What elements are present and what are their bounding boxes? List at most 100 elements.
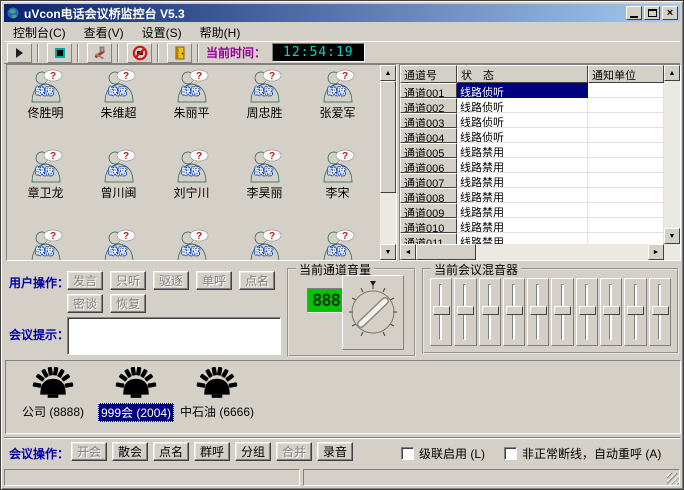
volume-knob[interactable] bbox=[343, 276, 403, 349]
config-button[interactable] bbox=[87, 43, 112, 63]
attendee-item[interactable]: 缺席 朱维超 bbox=[82, 69, 155, 149]
private-talk-button[interactable]: 密谈 bbox=[67, 294, 103, 313]
channel-row-header[interactable]: 通道006 bbox=[400, 158, 457, 173]
channels-vscrollbar[interactable]: ▲ ▼ bbox=[664, 65, 680, 260]
channel-row[interactable]: 通道002 线路侦听 bbox=[400, 98, 664, 113]
menu-help[interactable]: 帮助(H) bbox=[191, 22, 250, 43]
column-header-notify[interactable]: 通知单位 bbox=[588, 65, 664, 83]
mixer-slider[interactable] bbox=[479, 278, 501, 346]
attendee-item[interactable]: 缺席 张爱军 bbox=[301, 69, 374, 149]
channel-row-header[interactable]: 通道008 bbox=[400, 188, 457, 203]
slider-thumb[interactable] bbox=[457, 306, 474, 315]
maximize-button[interactable] bbox=[644, 6, 660, 20]
channel-row[interactable]: 通道008 线路禁用 bbox=[400, 188, 664, 203]
attendee-item[interactable]: 缺席 bbox=[228, 229, 301, 260]
attendee-item[interactable]: 缺席 李宋 bbox=[301, 149, 374, 229]
scroll-left-button[interactable]: ◄ bbox=[400, 244, 416, 260]
channel-row[interactable]: 通道006 线路禁用 bbox=[400, 158, 664, 173]
scroll-down-button[interactable]: ▼ bbox=[380, 244, 396, 260]
auto-recall-checkbox[interactable] bbox=[504, 447, 517, 460]
mixer-slider[interactable] bbox=[624, 278, 646, 346]
scrollbar-thumb[interactable] bbox=[416, 244, 476, 260]
channels-hscrollbar[interactable]: ◄ ► bbox=[400, 244, 664, 260]
slider-thumb[interactable] bbox=[530, 306, 547, 315]
slider-thumb[interactable] bbox=[627, 306, 644, 315]
mixer-slider[interactable] bbox=[551, 278, 573, 346]
slider-thumb[interactable] bbox=[554, 306, 571, 315]
roll-call-user-button[interactable]: 点名 bbox=[239, 271, 275, 290]
channel-row-header[interactable]: 通道003 bbox=[400, 113, 457, 128]
expel-button[interactable]: 驱逐 bbox=[153, 271, 189, 290]
start-button[interactable] bbox=[7, 43, 32, 63]
mixer-slider[interactable] bbox=[527, 278, 549, 346]
end-meeting-button[interactable]: 散会 bbox=[112, 442, 148, 461]
mixer-slider[interactable] bbox=[576, 278, 598, 346]
exit-button[interactable] bbox=[167, 43, 192, 63]
speak-button[interactable]: 发言 bbox=[67, 271, 103, 290]
menu-view[interactable]: 查看(V) bbox=[75, 22, 133, 43]
conference-item[interactable]: 中石油 (6666) bbox=[178, 367, 256, 420]
channel-row-header[interactable]: 通道010 bbox=[400, 218, 457, 233]
merge-button[interactable]: 合并 bbox=[276, 442, 312, 461]
slider-thumb[interactable] bbox=[579, 306, 596, 315]
attendee-item[interactable]: 缺席 bbox=[9, 229, 82, 260]
scroll-up-button[interactable]: ▲ bbox=[380, 65, 396, 81]
scroll-right-button[interactable]: ► bbox=[648, 244, 664, 260]
conference-item-selected[interactable]: 999会 (2004) bbox=[98, 367, 174, 422]
attendees-scrollbar[interactable]: ▲ ▼ bbox=[380, 65, 396, 260]
channel-row-header[interactable]: 通道005 bbox=[400, 143, 457, 158]
attendee-item[interactable]: 缺席 bbox=[82, 229, 155, 260]
record-button[interactable]: 录音 bbox=[317, 442, 353, 461]
attendee-item[interactable]: 缺席 刘宁川 bbox=[155, 149, 228, 229]
channel-row-header[interactable]: 通道009 bbox=[400, 203, 457, 218]
menu-console[interactable]: 控制台(C) bbox=[4, 22, 75, 43]
grouping-button[interactable]: 分组 bbox=[235, 442, 271, 461]
channel-row[interactable]: 通道011 线路禁用 bbox=[400, 233, 664, 244]
slider-thumb[interactable] bbox=[652, 306, 669, 315]
slider-thumb[interactable] bbox=[433, 306, 450, 315]
start-meeting-button[interactable]: 开会 bbox=[71, 442, 107, 461]
column-header-channel[interactable]: 通道号 bbox=[400, 65, 457, 83]
channel-row-header[interactable]: 通道004 bbox=[400, 128, 457, 143]
restore-button[interactable]: 恢复 bbox=[110, 294, 146, 313]
slider-thumb[interactable] bbox=[506, 306, 523, 315]
channel-row[interactable]: 通道009 线路禁用 bbox=[400, 203, 664, 218]
scroll-down-button[interactable]: ▼ bbox=[664, 228, 680, 244]
channel-row-header[interactable]: 通道007 bbox=[400, 173, 457, 188]
mixer-slider[interactable] bbox=[600, 278, 622, 346]
group-call-button[interactable]: 群呼 bbox=[194, 442, 230, 461]
channel-row-header[interactable]: 通道002 bbox=[400, 98, 457, 113]
attendee-item[interactable]: 缺席 曾川闽 bbox=[82, 149, 155, 229]
attendee-item[interactable]: 缺席 章卫龙 bbox=[9, 149, 82, 229]
close-button[interactable]: × bbox=[662, 6, 678, 20]
slider-thumb[interactable] bbox=[603, 306, 620, 315]
channel-row[interactable]: 通道003 线路侦听 bbox=[400, 113, 664, 128]
channel-row[interactable]: 通道005 线路禁用 bbox=[400, 143, 664, 158]
mixer-slider[interactable] bbox=[454, 278, 476, 346]
roll-call-button[interactable]: 点名 bbox=[153, 442, 189, 461]
mixer-slider[interactable] bbox=[430, 278, 452, 346]
menu-settings[interactable]: 设置(S) bbox=[133, 22, 191, 43]
resize-grip[interactable] bbox=[667, 473, 679, 485]
channel-row-header[interactable]: 通道001 bbox=[400, 83, 457, 98]
cascade-checkbox[interactable] bbox=[401, 447, 414, 460]
meeting-prompt-input[interactable] bbox=[67, 317, 281, 355]
mixer-slider[interactable] bbox=[503, 278, 525, 346]
attendee-item[interactable]: 缺席 bbox=[301, 229, 374, 260]
disconnect-button[interactable] bbox=[127, 43, 152, 63]
channel-row[interactable]: 通道010 线路禁用 bbox=[400, 218, 664, 233]
slider-thumb[interactable] bbox=[482, 306, 499, 315]
channel-row[interactable]: 通道007 线路禁用 bbox=[400, 173, 664, 188]
mixer-slider[interactable] bbox=[649, 278, 671, 346]
conference-item[interactable]: 公司 (8888) bbox=[20, 367, 86, 420]
minimize-button[interactable] bbox=[626, 6, 642, 20]
scroll-up-button[interactable]: ▲ bbox=[664, 65, 680, 81]
channel-row[interactable]: 通道001 线路侦听 bbox=[400, 83, 664, 98]
attendee-item[interactable]: 缺席 李昊丽 bbox=[228, 149, 301, 229]
channel-row[interactable]: 通道004 线路侦听 bbox=[400, 128, 664, 143]
attendee-item[interactable]: 缺席 周忠胜 bbox=[228, 69, 301, 149]
listen-only-button[interactable]: 只听 bbox=[110, 271, 146, 290]
scrollbar-thumb[interactable] bbox=[380, 81, 396, 193]
attendee-item[interactable]: 缺席 佟胜明 bbox=[9, 69, 82, 149]
single-call-button[interactable]: 单呼 bbox=[196, 271, 232, 290]
